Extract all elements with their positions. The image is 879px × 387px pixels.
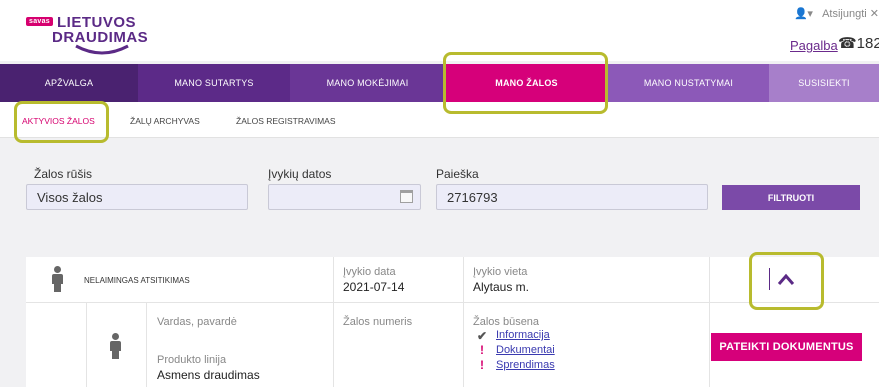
person-icon (51, 266, 63, 292)
phone-number: ☎1828 (838, 35, 879, 52)
event-place: Alytaus m. (473, 280, 530, 294)
logout-link[interactable]: Atsijungti (822, 8, 867, 20)
claim-summary-row: NELAIMINGAS ATSITIKIMAS Įvykio data 2021… (26, 257, 879, 303)
subtab-active-claims[interactable]: AKTYVIOS ŽALOS (22, 116, 95, 126)
status-decision-link[interactable]: Sprendimas (496, 359, 555, 371)
text-cursor (769, 268, 770, 290)
calendar-icon[interactable] (400, 190, 413, 203)
tab-overview[interactable]: APŽVALGA (0, 64, 138, 102)
event-date: 2021-07-14 (343, 280, 405, 294)
event-dates-input[interactable] (268, 184, 421, 210)
company-logo[interactable]: savas LIETUVOS DRAUDIMAS (26, 8, 148, 56)
page-header: savas LIETUVOS DRAUDIMAS 👤 ▾ Atsijungti … (0, 0, 879, 61)
filter-button[interactable]: FILTRUOTI (722, 185, 860, 210)
claim-status-caption: Žalos būsena (473, 316, 540, 328)
tab-my-claims[interactable]: MANO ŽALOS (445, 64, 608, 102)
tab-contact[interactable]: SUSISIEKTI (769, 64, 879, 102)
tab-my-contracts[interactable]: MANO SUTARTYS (138, 64, 290, 102)
check-icon: ✔ (477, 329, 488, 343)
product-line: Asmens draudimas (157, 368, 260, 382)
tab-my-payments[interactable]: MANO MOKĖJIMAI (290, 64, 445, 102)
logout-icon[interactable]: ✕ (870, 8, 879, 20)
submit-documents-button[interactable]: PATEIKTI DOKUMENTUS (711, 333, 862, 361)
sub-navigation: AKTYVIOS ŽALOS ŽALŲ ARCHYVAS ŽALOS REGIS… (0, 102, 879, 138)
claim-type: NELAIMINGAS ATSITIKIMAS (84, 276, 190, 285)
event-date-caption: Įvykio data (343, 266, 396, 278)
search-input[interactable]: 2716793 (436, 184, 708, 210)
insured-person-icon (109, 333, 121, 359)
logo-swoosh-icon (75, 44, 129, 55)
warning-icon: ! (480, 358, 484, 372)
product-line-caption: Produkto linija (157, 354, 227, 366)
tab-my-settings[interactable]: MANO NUSTATYMAI (608, 64, 769, 102)
claim-card: NELAIMINGAS ATSITIKIMAS Įvykio data 2021… (26, 257, 879, 387)
logo-badge: savas (26, 17, 53, 26)
user-dropdown-chevron-icon: ▾ (807, 8, 813, 20)
status-documents-link[interactable]: Dokumentai (496, 344, 555, 356)
claim-type-label: Žalos rūšis (34, 167, 93, 181)
warning-icon: ! (480, 343, 484, 357)
event-dates-label: Įvykių datos (268, 167, 332, 181)
status-information[interactable]: Informacija (496, 329, 550, 341)
name-caption: Vardas, pavardė (157, 316, 237, 328)
user-menu[interactable]: 👤 ▾ Atsijungti ✕ (794, 7, 879, 20)
search-label: Paieška (436, 167, 479, 181)
status-decision[interactable]: Sprendimas (496, 359, 555, 371)
subtab-claim-registration[interactable]: ŽALOS REGISTRAVIMAS (236, 116, 336, 126)
user-icon: 👤 (794, 8, 809, 20)
status-information-link[interactable]: Informacija (496, 329, 550, 341)
claim-number-caption: Žalos numeris (343, 316, 413, 328)
subtab-claims-archive[interactable]: ŽALŲ ARCHYVAS (130, 116, 200, 126)
help-link[interactable]: Pagalba (790, 38, 838, 53)
event-place-caption: Įvykio vieta (473, 266, 528, 278)
claim-type-select[interactable]: Visos žalos (26, 184, 248, 210)
status-documents[interactable]: Dokumentai (496, 344, 555, 356)
main-navigation: APŽVALGA MANO SUTARTYS MANO MOKĖJIMAI MA… (0, 64, 879, 102)
collapse-chevron-up-icon[interactable] (777, 272, 795, 286)
